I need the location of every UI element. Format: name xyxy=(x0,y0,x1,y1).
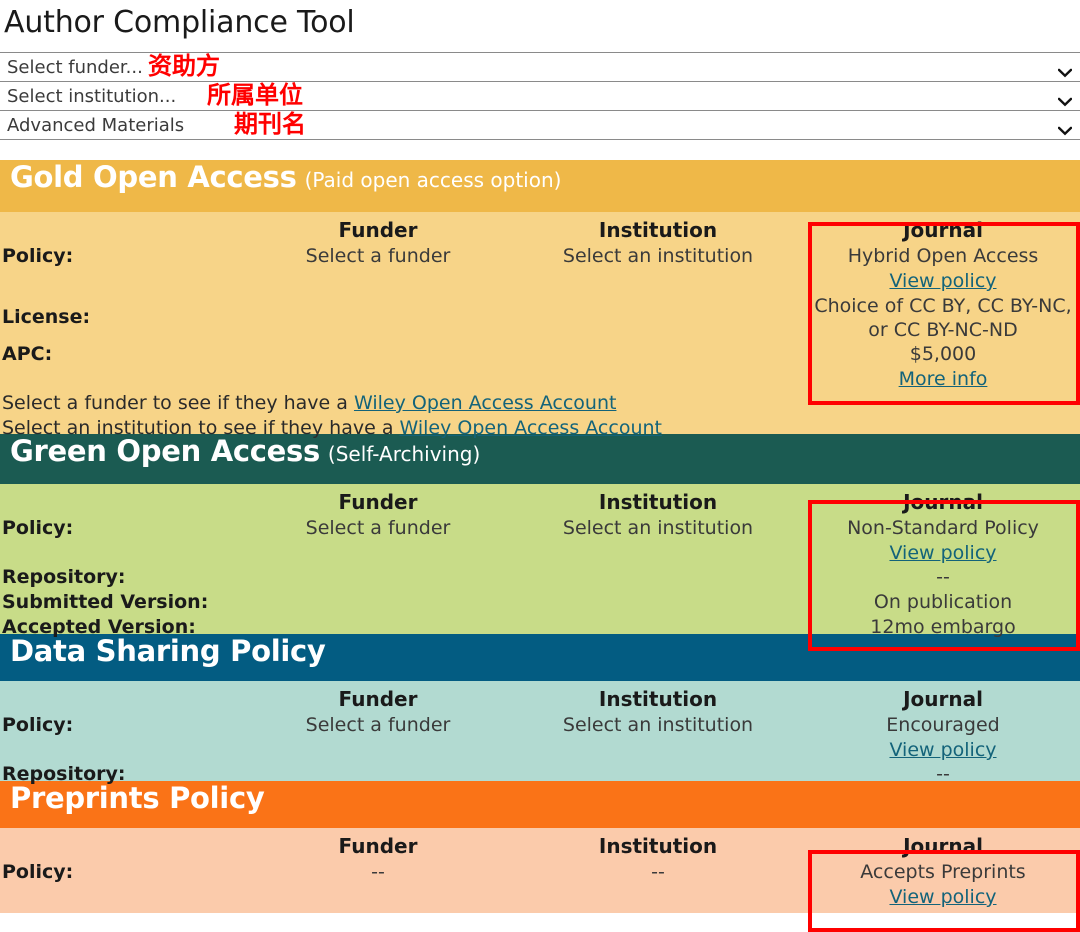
section-body-green-open-access: Funder Institution Journal Policy: Selec… xyxy=(0,484,1080,638)
green-policy-institution: Select an institution xyxy=(562,517,754,539)
journal-annotation: 期刊名 xyxy=(234,109,306,138)
journal-select-value: Advanced Materials xyxy=(7,114,185,136)
section-header-gold-open-access: Gold Open Access (Paid open access optio… xyxy=(0,160,1080,212)
row-label-policy: Policy: xyxy=(2,517,74,539)
section-header-preprints-policy: Preprints Policy xyxy=(0,781,1080,828)
section-title-preprints: Preprints Policy xyxy=(10,781,265,815)
preprints-view-policy-link[interactable]: View policy xyxy=(808,886,1078,908)
gold-footnote-funder-text: Select a funder to see if they have a xyxy=(2,392,354,414)
gold-more-info-link[interactable]: More info xyxy=(808,368,1078,390)
row-label-license: License: xyxy=(2,306,91,328)
data-policy-journal: Encouraged xyxy=(886,714,1000,736)
preprints-policy-institution: -- xyxy=(651,861,665,883)
row-label-repository: Repository: xyxy=(2,566,126,588)
author-compliance-tool-page: Author Compliance Tool Select funder... … xyxy=(0,0,1080,932)
section-title-gold: Gold Open Access xyxy=(10,160,297,194)
section-body-preprints-policy: Funder Institution Journal Policy: -- --… xyxy=(0,828,1080,913)
wiley-open-access-account-link[interactable]: Wiley Open Access Account xyxy=(354,392,616,414)
section-header-data-sharing-policy: Data Sharing Policy xyxy=(0,634,1080,681)
institution-select[interactable]: Select institution... 所属单位 xyxy=(0,80,1080,111)
chevron-down-icon[interactable] xyxy=(1057,121,1073,136)
green-view-policy-link[interactable]: View policy xyxy=(808,542,1078,564)
section-body-data-sharing-policy: Funder Institution Journal Policy: Selec… xyxy=(0,681,1080,785)
section-header-green-open-access: Green Open Access (Self-Archiving) xyxy=(0,434,1080,484)
row-label-accepted-version: Accepted Version: xyxy=(2,616,196,638)
gold-footnote-institution-text: Select an institution to see if they hav… xyxy=(2,417,400,439)
green-accepted-journal: 12mo embargo xyxy=(870,616,1016,638)
funder-select[interactable]: Select funder... 资助方 xyxy=(0,51,1080,82)
selector-panel: Select funder... 资助方 Select institution.… xyxy=(0,52,1080,160)
funder-annotation: 资助方 xyxy=(148,51,220,80)
data-repository-journal: -- xyxy=(936,763,950,785)
gold-policy-funder: Select a funder xyxy=(305,245,451,267)
column-header-institution: Institution xyxy=(598,834,718,858)
row-label-repository: Repository: xyxy=(2,763,126,785)
column-header-funder: Funder xyxy=(338,687,418,711)
column-header-journal: Journal xyxy=(903,490,983,514)
green-policy-journal: Non-Standard Policy xyxy=(847,517,1039,539)
preprints-policy-funder: -- xyxy=(371,861,385,883)
row-label-policy: Policy: xyxy=(2,861,74,883)
institution-annotation: 所属单位 xyxy=(207,80,303,109)
gold-license-journal: Choice of CC BY, CC BY-NC, or CC BY-NC-N… xyxy=(814,295,1072,341)
wiley-open-access-account-link[interactable]: Wiley Open Access Account xyxy=(400,417,662,439)
chevron-down-icon[interactable] xyxy=(1057,92,1073,107)
preprints-policy-journal: Accepts Preprints xyxy=(860,861,1026,883)
column-header-funder: Funder xyxy=(338,834,418,858)
institution-select-value: Select institution... xyxy=(7,85,177,107)
gold-apc-journal: $5,000 xyxy=(909,343,977,365)
title-bar: Author Compliance Tool xyxy=(0,0,1080,52)
section-subtitle-gold: (Paid open access option) xyxy=(304,168,562,192)
gold-policy-institution: Select an institution xyxy=(562,245,754,267)
gold-policy-journal: Hybrid Open Access xyxy=(847,245,1039,267)
column-header-institution: Institution xyxy=(598,218,718,242)
section-title-data-sharing: Data Sharing Policy xyxy=(10,634,326,668)
column-header-funder: Funder xyxy=(338,218,418,242)
row-label-policy: Policy: xyxy=(2,245,74,267)
section-title-green: Green Open Access xyxy=(10,434,320,468)
gold-view-policy-link[interactable]: View policy xyxy=(808,270,1078,292)
column-header-journal: Journal xyxy=(903,218,983,242)
column-header-journal: Journal xyxy=(903,834,983,858)
row-label-apc: APC: xyxy=(2,343,53,365)
journal-select[interactable]: Advanced Materials 期刊名 xyxy=(0,109,1080,140)
column-header-funder: Funder xyxy=(338,490,418,514)
funder-select-value: Select funder... xyxy=(7,56,143,78)
data-policy-institution: Select an institution xyxy=(562,714,754,736)
column-header-institution: Institution xyxy=(598,687,718,711)
green-submitted-journal: On publication xyxy=(873,591,1013,613)
page-title: Author Compliance Tool xyxy=(4,5,355,40)
data-policy-funder: Select a funder xyxy=(305,714,451,736)
chevron-down-icon[interactable] xyxy=(1057,63,1073,78)
green-repository-journal: -- xyxy=(936,566,950,588)
green-policy-funder: Select a funder xyxy=(305,517,451,539)
section-subtitle-green: (Self-Archiving) xyxy=(327,442,481,466)
data-view-policy-link[interactable]: View policy xyxy=(808,739,1078,761)
selector-spacer xyxy=(0,140,1080,160)
section-body-gold-open-access: Funder Institution Journal Policy: Selec… xyxy=(0,212,1080,439)
row-label-submitted-version: Submitted Version: xyxy=(2,591,209,613)
gold-footnote-institution: Select an institution to see if they hav… xyxy=(2,417,662,439)
column-header-institution: Institution xyxy=(598,490,718,514)
gold-footnote-funder: Select a funder to see if they have a Wi… xyxy=(2,392,616,414)
column-header-journal: Journal xyxy=(903,687,983,711)
row-label-policy: Policy: xyxy=(2,714,74,736)
